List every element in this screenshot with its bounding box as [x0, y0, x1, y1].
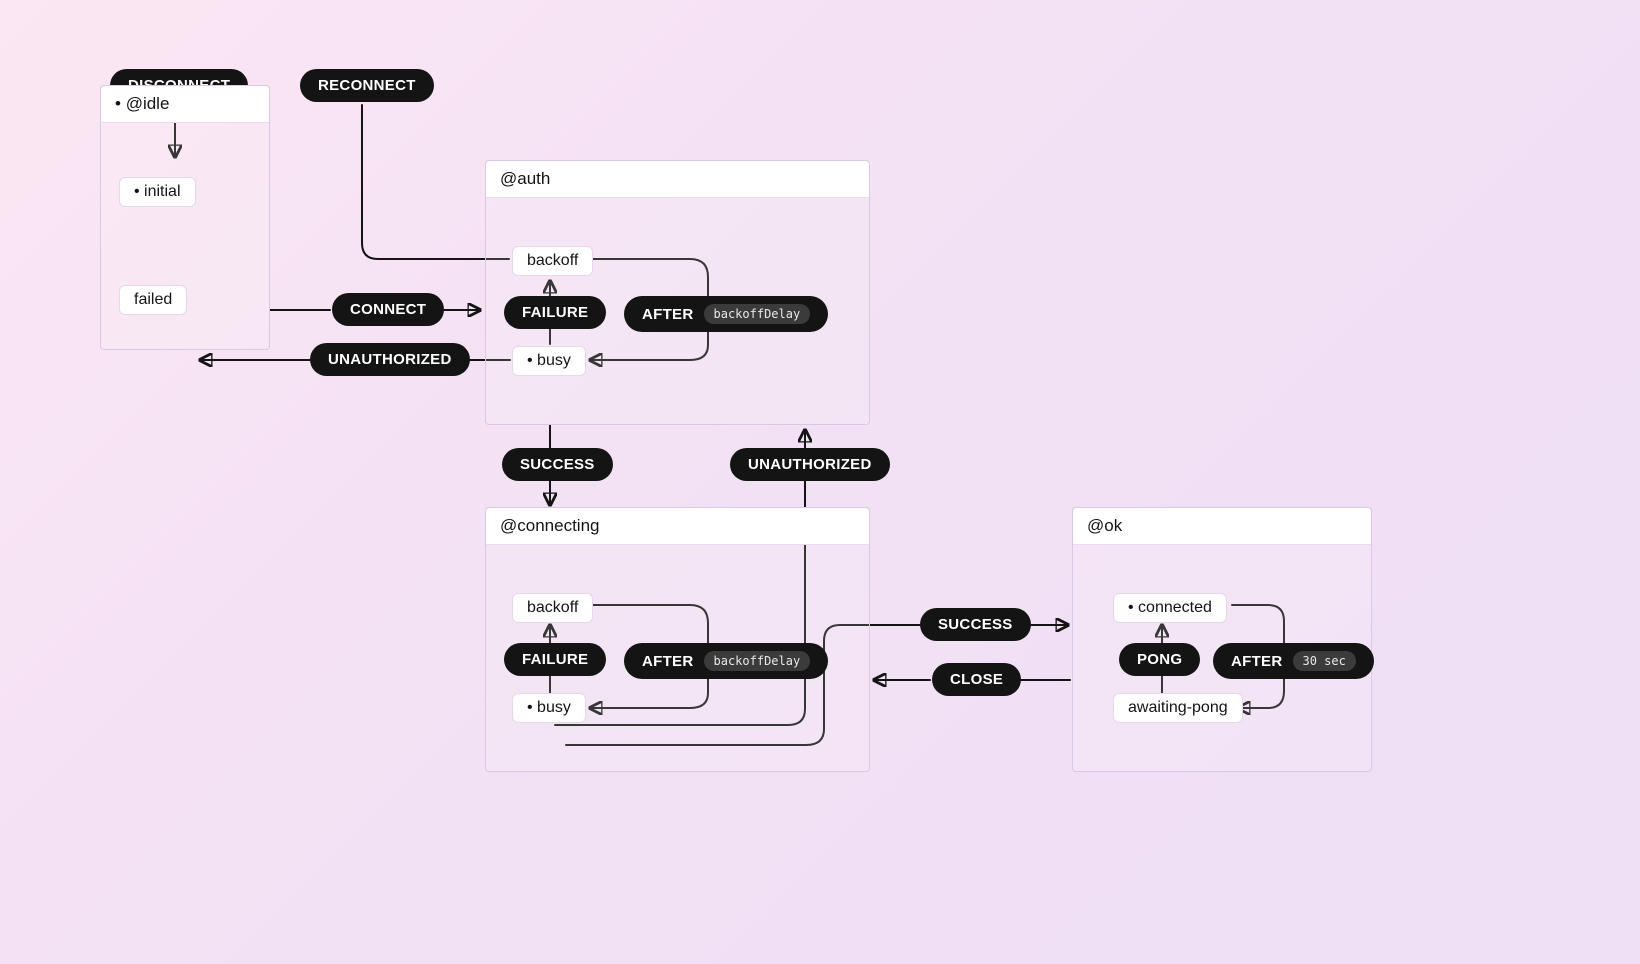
event-unauthorized: UNAUTHORIZED: [310, 343, 470, 376]
event-success-ok: SUCCESS: [920, 608, 1031, 641]
state-idle-initial: • initial: [119, 177, 196, 207]
compound-state-connecting: @connecting backoff FAILURE AFTER backoff…: [485, 507, 870, 772]
state-title: @connecting: [486, 508, 869, 545]
guard-label: backoffDelay: [704, 651, 811, 671]
event-label: PONG: [1137, 651, 1182, 668]
event-label: FAILURE: [522, 651, 588, 668]
guard-label: backoffDelay: [704, 304, 811, 324]
event-pong: PONG: [1119, 643, 1200, 676]
event-label: CLOSE: [950, 671, 1003, 688]
event-label: UNAUTHORIZED: [748, 456, 872, 473]
state-title: • @idle: [101, 86, 269, 123]
event-label: SUCCESS: [520, 456, 595, 473]
event-label: FAILURE: [522, 304, 588, 321]
state-connecting-backoff: backoff: [512, 593, 593, 623]
event-label: UNAUTHORIZED: [328, 351, 452, 368]
compound-state-ok: @ok • connected PONG AFTER 30 sec awaitin…: [1072, 507, 1372, 772]
event-label: AFTER: [642, 653, 694, 670]
state-ok-awaiting: awaiting-pong: [1113, 693, 1243, 723]
state-auth-busy: • busy: [512, 346, 586, 376]
event-reconnect: RECONNECT: [300, 69, 434, 102]
event-label: CONNECT: [350, 301, 426, 318]
event-label: AFTER: [1231, 653, 1283, 670]
event-after-backoff-connecting: AFTER backoffDelay: [624, 643, 828, 679]
state-connecting-busy: • busy: [512, 693, 586, 723]
state-auth-backoff: backoff: [512, 246, 593, 276]
event-after-backoff: AFTER backoffDelay: [624, 296, 828, 332]
event-failure-connecting: FAILURE: [504, 643, 606, 676]
state-idle-failed: failed: [119, 285, 187, 315]
event-connect: CONNECT: [332, 293, 444, 326]
event-success: SUCCESS: [502, 448, 613, 481]
event-after-30sec: AFTER 30 sec: [1213, 643, 1374, 679]
event-close: CLOSE: [932, 663, 1021, 696]
event-failure: FAILURE: [504, 296, 606, 329]
event-unauthorized-up: UNAUTHORIZED: [730, 448, 890, 481]
state-ok-connected: • connected: [1113, 593, 1227, 623]
statechart-canvas: DISCONNECT RECONNECT • @idle • initial f…: [100, 85, 1540, 885]
state-title: @auth: [486, 161, 869, 198]
event-label: AFTER: [642, 306, 694, 323]
guard-label: 30 sec: [1293, 651, 1356, 671]
event-label: SUCCESS: [938, 616, 1013, 633]
compound-state-auth: @auth backoff FAILURE AFTERbackoffDelay …: [485, 160, 870, 425]
state-title: @ok: [1073, 508, 1371, 545]
event-label: RECONNECT: [318, 77, 416, 94]
compound-state-idle: • @idle • initial failed: [100, 85, 270, 350]
